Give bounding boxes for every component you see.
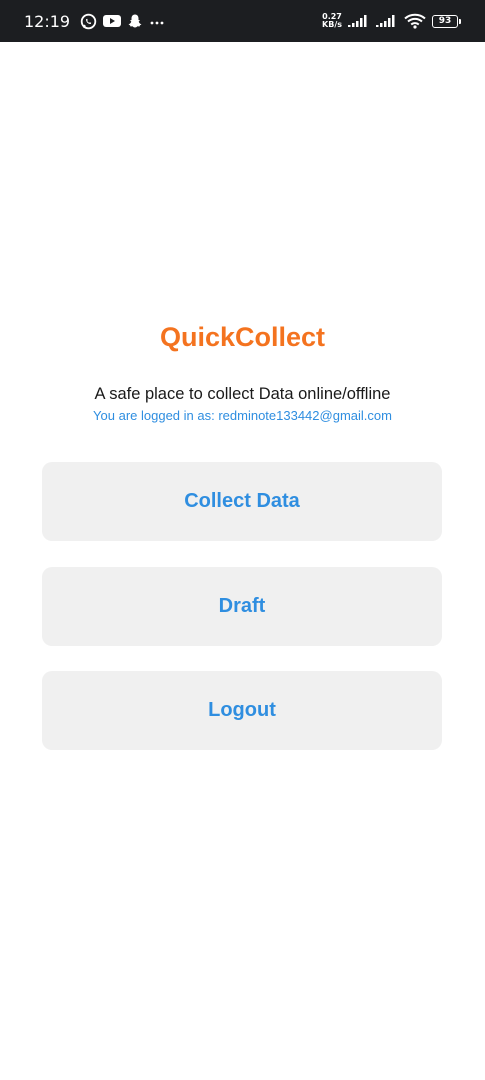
battery-level: 93: [432, 14, 458, 28]
more-icon: [149, 13, 165, 29]
network-speed: 0.27 KB/s: [322, 13, 342, 29]
snapchat-icon: [127, 13, 143, 29]
tagline: A safe place to collect Data online/offl…: [94, 385, 391, 403]
youtube-icon: [103, 14, 122, 28]
whatsapp-icon: [80, 13, 97, 30]
signal-icon: [376, 14, 398, 28]
signal-icon: [348, 14, 370, 28]
status-time: 12:19: [24, 11, 71, 31]
wifi-icon: [404, 13, 426, 29]
status-bar: 12:19 0.27 KB/s 93: [0, 0, 485, 42]
network-speed-unit: KB/s: [322, 20, 342, 29]
draft-button[interactable]: Draft: [42, 567, 442, 646]
collect-data-button[interactable]: Collect Data: [42, 462, 442, 541]
status-right: 0.27 KB/s 93: [322, 13, 461, 29]
battery-tip: [459, 18, 461, 24]
status-left: 12:19: [24, 12, 165, 31]
app-title: QuickCollect: [159, 322, 326, 352]
battery-icon: 93: [432, 14, 461, 28]
login-info: You are logged in as: redminote133442@gm…: [93, 408, 392, 423]
logout-button[interactable]: Logout: [42, 671, 442, 750]
